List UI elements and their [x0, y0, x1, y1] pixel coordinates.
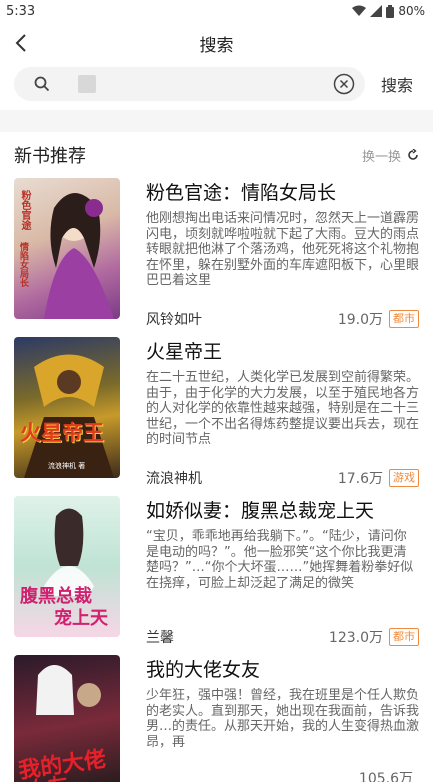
cover-title: 粉色官途 — [19, 190, 30, 230]
status-bar: 5:33 80% — [0, 0, 433, 22]
book-cover: 我的大佬 女友 — [14, 655, 120, 782]
search-input[interactable] — [62, 67, 325, 101]
book-item[interactable]: 火星帝王 流浪神机 著 火星帝王 在二十五世纪，人类化学已发展到空前得繁荣。由于… — [14, 337, 419, 496]
genre-tag: 都市 — [389, 310, 419, 328]
book-item[interactable]: 我的大佬 女友 我的大佬女友 少年狂，强中强！曾经，我在班里是个任人欺负的老实人… — [14, 655, 419, 782]
book-item[interactable]: 粉色官途 情陷女局长 粉色官途：情陷女局长 他刚想掏出电话来问情况时，忽然天上一… — [14, 178, 419, 337]
book-title: 如娇似妻：腹黑总裁宠上天 — [146, 500, 375, 522]
cover-subtitle: 情陷女局长 — [18, 242, 28, 287]
book-info: 粉色官途：情陷女局长 他刚想掏出电话来问情况时，忽然天上一道霹雳闪电，顷刻就哗啦… — [146, 178, 419, 337]
refresh-button[interactable]: 换一换 — [362, 146, 419, 165]
cover-subtitle: 流浪神机 著 — [48, 462, 86, 470]
back-button[interactable] — [8, 30, 34, 56]
genre-tag: 游戏 — [389, 469, 419, 487]
word-count: 123.0万 — [328, 630, 383, 646]
clear-button[interactable] — [333, 73, 355, 95]
book-description: 他刚想掏出电话来问情况时，忽然天上一道霹雳闪电，顷刻就哗啦啦就下起了大雨。豆大的… — [146, 211, 419, 288]
book-info: 我的大佬女友 少年狂，强中强！曾经，我在班里是个任人欺负的老实人。直到那天，她出… — [146, 655, 419, 782]
close-circle-icon — [333, 73, 355, 95]
signal-icon — [370, 5, 383, 17]
search-box[interactable] — [14, 67, 365, 101]
book-info: 如娇似妻：腹黑总裁宠上天 “宝贝，乖乖地再给我躺下。”。“陆少，请问你是电动的吗… — [146, 496, 419, 655]
book-list: 粉色官途 情陷女局长 粉色官途：情陷女局长 他刚想掏出电话来问情况时，忽然天上一… — [0, 178, 433, 782]
word-count: 17.6万 — [337, 471, 383, 487]
wifi-icon — [352, 5, 367, 16]
cover-subtitle: 宠上天 — [54, 608, 108, 629]
cover-title: 火星帝王 — [20, 420, 104, 445]
book-info: 火星帝王 在二十五世纪，人类化学已发展到空前得繁荣。由于，由于化学的大力发展，以… — [146, 337, 419, 496]
search-row: 搜索 — [0, 64, 433, 104]
book-meta: 风铃如叶 19.0万 都市 — [146, 307, 419, 331]
book-cover: 粉色官途 情陷女局长 — [14, 178, 120, 319]
book-meta: 105.6万 — [146, 766, 419, 782]
battery-icon — [386, 4, 395, 18]
status-icons: 80% — [352, 4, 425, 18]
book-author: 兰馨 — [146, 630, 174, 646]
refresh-icon — [408, 149, 418, 160]
status-time: 5:33 — [6, 3, 36, 19]
search-button[interactable]: 搜索 — [375, 72, 419, 96]
word-count: 105.6万 — [358, 771, 413, 782]
book-cover: 腹黑总裁 宠上天 — [14, 496, 120, 637]
genre-tag: 都市 — [389, 628, 419, 646]
book-author: 流浪神机 — [146, 471, 202, 487]
battery-percent: 80% — [398, 4, 425, 18]
book-title: 我的大佬女友 — [146, 659, 261, 681]
book-title: 粉色官途：情陷女局长 — [146, 182, 337, 204]
chevron-left-icon — [15, 34, 26, 52]
book-cover: 火星帝王 流浪神机 著 — [14, 337, 120, 478]
book-meta: 流浪神机 17.6万 游戏 — [146, 466, 419, 490]
word-count: 19.0万 — [337, 312, 383, 328]
page-title: 搜索 — [199, 35, 234, 56]
section-title: 新书推荐 — [14, 146, 86, 167]
book-meta: 兰馨 123.0万 都市 — [146, 625, 419, 649]
book-title: 火星帝王 — [146, 341, 223, 363]
divider-band — [0, 110, 433, 132]
nav-bar: 搜索 — [0, 22, 433, 64]
section-header: 新书推荐 换一换 — [0, 132, 433, 178]
book-description: 少年狂，强中强！曾经，我在班里是个任人欺负的老实人。直到那天，她出现在我面前，告… — [146, 688, 419, 750]
book-description: 在二十五世纪，人类化学已发展到空前得繁荣。由于，由于化学的大力发展，以至于殖民地… — [146, 370, 419, 447]
book-description: “宝贝，乖乖地再给我躺下。”。“陆少，请问你是电动的吗？”。他一脸邪笑“这个你比… — [146, 529, 414, 591]
refresh-label: 换一换 — [361, 149, 401, 165]
search-icon — [34, 76, 50, 92]
book-item[interactable]: 腹黑总裁 宠上天 如娇似妻：腹黑总裁宠上天 “宝贝，乖乖地再给我躺下。”。“陆少… — [14, 496, 419, 655]
book-author: 风铃如叶 — [146, 312, 202, 328]
